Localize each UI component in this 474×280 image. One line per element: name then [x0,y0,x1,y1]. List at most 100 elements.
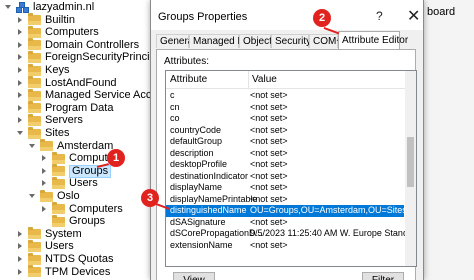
folder-icon [28,76,41,89]
attribute-row[interactable]: co <not set> [166,113,404,125]
attribute-row[interactable]: destinationIndicator <not set> [166,171,404,183]
folder-icon [28,38,41,51]
attribute-value: <not set> [250,159,288,169]
attribute-name: desktopProfile [170,159,228,169]
chevron-right-icon[interactable] [16,255,25,264]
chevron-down-icon[interactable] [16,129,25,138]
tree-item-ntds-quotas[interactable]: NTDS Quotas [16,252,113,266]
attribute-row[interactable]: desktopProfile <not set> [166,159,404,171]
attribute-row[interactable]: description <not set> [166,148,404,160]
tab-security[interactable]: Security [271,34,311,48]
tree-item-sites[interactable]: Sites [16,126,69,140]
attribute-row[interactable]: c <not set> [166,90,404,102]
view-button[interactable]: View [173,272,215,280]
folder-icon [28,88,41,101]
tree-item-computers[interactable]: Computers [16,25,99,39]
dialog-titlebar: Groups Properties ? ✕ [151,0,423,30]
tree-item-amsterdam[interactable]: Amsterdam [28,139,113,153]
chevron-down-icon[interactable] [28,142,37,151]
attribute-row[interactable]: cn <not set> [166,102,404,114]
chevron-right-icon[interactable] [16,116,25,125]
attribute-row[interactable]: displayName <not set> [166,182,404,194]
chevron-right-icon[interactable] [40,154,49,163]
chevron-right-icon[interactable] [16,16,25,25]
chevron-right-icon[interactable] [16,53,25,62]
tree-item-label: Users [69,177,98,190]
tree-item-lazyadmin-nl[interactable]: lazyadmin.nl [4,1,94,14]
attribute-row[interactable]: displayNamePrintable <not set> [166,194,404,206]
tree-item-builtin[interactable]: Builtin [16,13,75,27]
attribute-value: <not set> [250,101,288,112]
attribute-row[interactable]: extensionName <not set> [166,240,404,252]
chevron-down-icon[interactable] [4,3,13,12]
attribute-row[interactable]: countryCode <not set> [166,125,404,137]
chevron-right-icon[interactable] [16,79,25,88]
attribute-name: cn [170,101,180,112]
folder-icon [52,164,65,177]
tab-com-plus[interactable]: COM+ [309,34,342,48]
tree-item-label: System [45,227,82,240]
tree-item-servers[interactable]: Servers [16,113,83,127]
attribute-name: defaultGroup [170,136,223,146]
folder-icon [28,227,41,240]
attribute-row[interactable]: distinguishedName OU=Groups,OU=Amsterdam,… [166,205,416,217]
tree-item-system[interactable]: System [16,227,82,241]
tab-managed-by[interactable]: Managed By [189,34,249,48]
chevron-right-icon[interactable] [40,179,49,188]
help-button[interactable]: ? [376,9,383,23]
tab-object[interactable]: Object [239,34,272,48]
attributes-label: Attributes: [164,56,210,67]
folder-icon [28,252,41,265]
attribute-name: dSASignature [170,216,226,227]
tab-general[interactable]: General [156,34,196,48]
column-header-attribute[interactable]: Attribute [170,74,207,85]
chevron-right-icon[interactable] [16,242,25,251]
column-header-value[interactable]: Value [252,74,277,85]
folder-icon [52,176,65,189]
tree-item-oslo[interactable]: Oslo [28,189,80,203]
tree-item-groups[interactable]: Groups [40,214,105,228]
folder-icon [28,50,41,63]
tab-attribute-editor[interactable]: Attribute Editor [338,31,408,49]
chevron-right-icon[interactable] [16,91,25,100]
tree-item-tpm-devices[interactable]: TPM Devices [16,265,110,279]
attribute-row[interactable]: dSASignature <not set> [166,217,404,229]
tree-item-users[interactable]: Users [16,239,74,253]
scrollbar-thumb[interactable] [407,137,414,187]
marker-2: 2 [313,9,331,27]
tree-item-lostandfound[interactable]: LostAndFound [16,76,117,90]
folder-icon [52,214,65,227]
folder-icon [28,63,41,76]
chevron-right-icon[interactable] [16,28,25,37]
chevron-right-icon[interactable] [16,230,25,239]
tree-item-foreignsecurityprincipals[interactable]: ForeignSecurityPrincipals [16,50,170,64]
chevron-right-icon[interactable] [16,268,25,277]
tree-item-users[interactable]: Users [40,176,98,190]
chevron-right-icon[interactable] [16,41,25,50]
column-divider[interactable] [248,71,249,88]
tree-item-domain-controllers[interactable]: Domain Controllers [16,38,140,52]
attribute-name: displayName [170,182,223,192]
folder-icon [52,202,65,215]
ad-tree-view[interactable]: lazyadmin.nl Builtin Computers Domain Contr… [0,0,178,280]
chevron-right-icon[interactable] [40,205,49,214]
attributes-list[interactable]: Attribute Value c <not set> cn <not set> co <… [165,70,417,267]
tree-item-keys[interactable]: Keys [16,63,69,77]
attribute-row[interactable]: defaultGroup <not set> [166,136,404,148]
tree-item-groups[interactable]: Groups [40,164,112,178]
attribute-row[interactable]: dSCorePropagationD... 9/5/2023 11:25:40 A… [166,228,416,240]
close-button[interactable]: ✕ [407,6,420,26]
chevron-right-icon[interactable] [40,167,49,176]
attribute-value: <not set> [250,124,288,135]
tree-item-program-data[interactable]: Program Data [16,101,113,115]
chevron-right-icon[interactable] [16,104,25,113]
filter-button[interactable]: Filter [362,272,404,280]
tree-item-computers[interactable]: Computers [40,202,123,216]
tree-item-label: Domain Controllers [45,38,140,51]
chevron-right-icon[interactable] [16,66,25,75]
vertical-scrollbar[interactable] [405,71,416,266]
tree-item-label: Builtin [45,13,75,26]
folder-icon [28,101,41,114]
tree-item-label: LostAndFound [45,76,117,89]
chevron-down-icon[interactable] [28,192,37,201]
